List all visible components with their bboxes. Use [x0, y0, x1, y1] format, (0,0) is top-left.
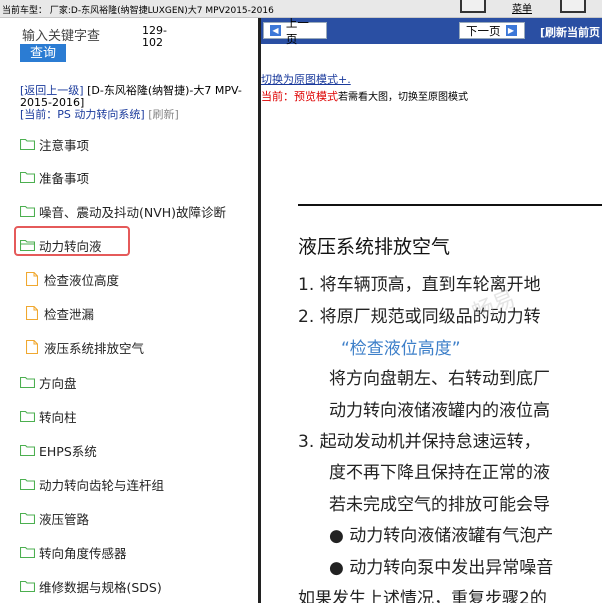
tree-item[interactable]: EHPS系统	[20, 440, 97, 460]
folder-icon	[20, 546, 39, 558]
top-bar: 当前车型： 厂家:D-东风裕隆(纳智捷LUXGEN)大7 MPV2015-201…	[0, 0, 602, 18]
tree-item-label: 转向柱	[39, 409, 77, 425]
preview-mode-label: 当前：预览模式	[261, 90, 338, 103]
search-count-bottom: 102	[142, 36, 163, 49]
tree-item-label: 维修数据与规格(SDS)	[39, 579, 162, 595]
document-icon	[26, 340, 44, 354]
document-rule	[298, 204, 602, 206]
folder-icon	[20, 512, 39, 524]
current-section: [当前：PS 动力转向系统]	[20, 108, 145, 121]
tree-item-label: 动力转向齿轮与连杆组	[39, 477, 165, 493]
refresh-link[interactable]: [刷新]	[148, 108, 179, 121]
document-line: 度不再下降且保持在正常的液	[329, 463, 550, 483]
folder-icon	[20, 205, 39, 217]
folder-icon	[20, 478, 39, 490]
tree-item[interactable]: 动力转向齿轮与连杆组	[20, 474, 164, 494]
arrow-left-icon: ◀	[270, 25, 281, 36]
document-line: 动力转向液储液罐内的液位高	[329, 401, 550, 421]
tree-item-label: 检查泄漏	[44, 306, 95, 322]
folder-icon	[20, 171, 39, 183]
toolbar-square-icon[interactable]	[460, 0, 486, 13]
current-car-model: 当前车型： 厂家:D-东风裕隆(纳智捷LUXGEN)大7 MPV2015-201…	[2, 6, 274, 16]
tree-item[interactable]: 方向盘	[20, 372, 77, 392]
tree-item-label: 方向盘	[39, 375, 77, 391]
tree-item-label: 噪音、震动及抖动(NVH)故障诊断	[39, 204, 227, 220]
tree-item[interactable]: 检查泄漏	[26, 303, 94, 323]
folder-icon	[20, 444, 39, 456]
tree-item-label: 准备事项	[39, 170, 90, 186]
search-count: 129- 102	[142, 25, 167, 49]
tree-item-label: 注意事项	[39, 137, 90, 153]
tree-item[interactable]: 检查液位高度	[26, 269, 119, 289]
left-sidebar: 输入关键字查 129- 102 查询 [返回上一级] [D-东风裕隆(纳智捷)-…	[0, 18, 258, 603]
content-pane: ◀ 上一页 下一页 ▶ [刷新当前页 切换为原图模式+. 当前：预览模式若需看大…	[261, 18, 602, 603]
tree-item-label: EHPS系统	[39, 443, 97, 459]
nav-breadcrumb: [返回上一级] [D-东风裕隆(纳智捷)-大7 MPV-2015-2016] […	[20, 85, 252, 121]
tree-item[interactable]: 注意事项	[20, 134, 89, 154]
document-line: 3. 起动发动机并保持怠速运转，	[298, 432, 541, 452]
refresh-current-page[interactable]: [刷新当前页	[540, 24, 600, 40]
document-line: 如果发生上述情况，重复步骤2的	[298, 589, 547, 603]
document-line: 若未完成空气的排放可能会导	[329, 495, 550, 515]
preview-mode-hint: 若需看大图，切换至原图模式	[338, 92, 468, 103]
tree-item[interactable]: 转向角度传感器	[20, 542, 127, 562]
document-icon	[26, 306, 44, 320]
search-label[interactable]: 输入关键字查	[22, 25, 100, 44]
tree-item-label: 液压管路	[39, 511, 90, 527]
preview-mode-note: 当前：预览模式若需看大图，切换至原图模式	[261, 88, 468, 104]
page-nav-strip: ◀ 上一页 下一页 ▶ [刷新当前页	[261, 18, 602, 46]
document-line: “检查液位高度”	[341, 339, 461, 359]
tree-item[interactable]: 转向柱	[20, 406, 77, 426]
selected-item-highlight	[14, 226, 130, 256]
tree-item[interactable]: 液压管路	[20, 508, 89, 528]
arrow-right-icon: ▶	[505, 25, 517, 36]
search-button[interactable]: 查询	[20, 44, 66, 62]
tree-item[interactable]: 维修数据与规格(SDS)	[20, 576, 162, 596]
tree-item[interactable]: 噪音、震动及抖动(NVH)故障诊断	[20, 201, 226, 221]
menu-button[interactable]: 菜单	[504, 0, 540, 15]
switch-original-mode-link[interactable]: 切换为原图模式+.	[261, 71, 351, 87]
next-page-label: 下一页	[466, 23, 501, 38]
document-line: ● 动力转向泵中发出异常噪音	[329, 558, 554, 578]
next-page-button[interactable]: 下一页 ▶	[459, 22, 525, 39]
document-line: ● 动力转向液储液罐有气泡产	[329, 526, 554, 546]
folder-icon	[20, 376, 39, 388]
folder-icon	[20, 138, 39, 150]
tree-item[interactable]: 液压系统排放空气	[26, 337, 144, 357]
tree-item[interactable]: 准备事项	[20, 167, 89, 187]
document-title: 液压系统排放空气	[298, 236, 451, 258]
tree-item-label: 检查液位高度	[44, 272, 120, 288]
document-icon	[26, 272, 44, 286]
tree-item-label: 液压系统排放空气	[44, 340, 145, 356]
prev-page-label: 上一页	[285, 18, 309, 46]
folder-icon	[20, 410, 39, 422]
toolbar-square-icon-2[interactable]	[560, 0, 586, 13]
prev-page-button[interactable]: ◀ 上一页	[263, 18, 327, 46]
tree-item-label: 转向角度传感器	[39, 545, 127, 561]
search-box: 输入关键字查 129- 102 查询	[14, 22, 244, 66]
document-line: 将方向盘朝左、右转动到底厂	[329, 369, 550, 389]
folder-icon	[20, 580, 39, 592]
